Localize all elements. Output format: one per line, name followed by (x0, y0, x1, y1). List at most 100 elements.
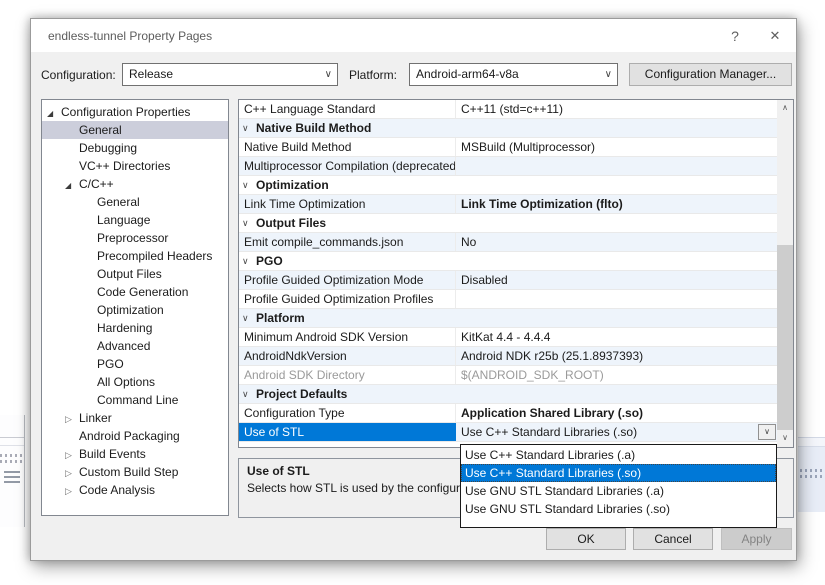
sidebar-item-optimization[interactable]: Optimization (42, 301, 228, 319)
sidebar-item-advanced[interactable]: Advanced (42, 337, 228, 355)
close-icon[interactable]: ✕ (764, 26, 786, 46)
property-row[interactable]: Use of STLUse C++ Standard Libraries (.s… (239, 423, 777, 442)
dropdown-option[interactable]: Use C++ Standard Libraries (.so) (461, 464, 776, 482)
sidebar-item-general[interactable]: General (42, 193, 228, 211)
sidebar-item-label: C/C++ (79, 177, 114, 191)
property-row[interactable]: Multiprocessor Compilation (deprecated) (239, 157, 777, 176)
property-value[interactable]: Link Time Optimization (flto) (456, 195, 777, 213)
property-row[interactable]: Profile Guided Optimization ModeDisabled (239, 271, 777, 290)
group-collapse-icon[interactable]: ∨ (242, 385, 249, 403)
property-value[interactable]: Application Shared Library (.so) (456, 404, 777, 422)
sidebar-item-label: PGO (97, 357, 124, 371)
sidebar-item-language[interactable]: Language (42, 211, 228, 229)
tree-collapsed-icon[interactable]: ▷ (65, 410, 79, 428)
sidebar-item-linker[interactable]: ▷Linker (42, 409, 228, 427)
property-grid-rows: C++ Language StandardC++11 (std=c++11)∨N… (239, 100, 777, 447)
tree-collapsed-icon[interactable]: ▷ (65, 446, 79, 464)
property-row[interactable]: C++ Language StandardC++11 (std=c++11) (239, 100, 777, 119)
sidebar-item-label: Custom Build Step (79, 465, 178, 479)
sidebar-item-general[interactable]: General (42, 121, 228, 139)
dropdown-option[interactable]: Use GNU STL Standard Libraries (.a) (461, 482, 776, 500)
configuration-select[interactable]: Release ∨ (122, 63, 338, 86)
group-row[interactable]: ∨Output Files (239, 214, 777, 233)
property-value[interactable]: C++11 (std=c++11) (456, 100, 777, 118)
sidebar-item-code-generation[interactable]: Code Generation (42, 283, 228, 301)
dropdown-option[interactable]: Use C++ Standard Libraries (.a) (461, 446, 776, 464)
group-row[interactable]: ∨Optimization (239, 176, 777, 195)
property-row[interactable]: Link Time OptimizationLink Time Optimiza… (239, 195, 777, 214)
title-bar[interactable]: endless-tunnel Property Pages ? ✕ (31, 19, 796, 52)
sidebar-item-android-packaging[interactable]: Android Packaging (42, 427, 228, 445)
sidebar-item-label: Command Line (97, 393, 178, 407)
sidebar-item-build-events[interactable]: ▷Build Events (42, 445, 228, 463)
property-value[interactable]: Disabled (456, 271, 777, 289)
sidebar-item-label: Hardening (97, 321, 152, 335)
scrollbar-thumb[interactable] (777, 245, 793, 430)
apply-button[interactable]: Apply (721, 528, 792, 550)
group-collapse-icon[interactable]: ∨ (242, 214, 249, 232)
group-collapse-icon[interactable]: ∨ (242, 119, 249, 137)
dropdown-option[interactable]: Use GNU STL Standard Libraries (.so) (461, 500, 776, 518)
tree-expanded-icon[interactable]: ◢ (47, 105, 61, 123)
fragment-toolbar-line (4, 471, 20, 473)
group-collapse-icon[interactable]: ∨ (242, 176, 249, 194)
property-value[interactable]: No (456, 233, 777, 251)
property-value[interactable]: $(ANDROID_SDK_ROOT) (456, 366, 777, 384)
sidebar-item-pgo[interactable]: PGO (42, 355, 228, 373)
sidebar-item-label: VC++ Directories (79, 159, 170, 173)
property-value[interactable] (456, 157, 777, 175)
stl-dropdown-list: Use C++ Standard Libraries (.a)Use C++ S… (460, 444, 777, 528)
group-collapse-icon[interactable]: ∨ (242, 309, 249, 327)
property-value[interactable] (456, 290, 777, 308)
tree-collapsed-icon[interactable]: ▷ (65, 464, 79, 482)
group-collapse-icon[interactable]: ∨ (242, 252, 249, 270)
fragment-divider (0, 437, 24, 438)
property-value[interactable]: Use C++ Standard Libraries (.so)∨ (456, 423, 777, 441)
property-name: Emit compile_commands.json (239, 233, 456, 251)
property-value[interactable]: Android NDK r25b (25.1.8937393) (456, 347, 777, 365)
group-label: ∨Platform (239, 309, 777, 327)
group-label: ∨Optimization (239, 176, 777, 194)
ok-button[interactable]: OK (546, 528, 626, 550)
property-value[interactable]: MSBuild (Multiprocessor) (456, 138, 777, 156)
property-row[interactable]: Configuration TypeApplication Shared Lib… (239, 404, 777, 423)
property-row[interactable]: Emit compile_commands.jsonNo (239, 233, 777, 252)
sidebar-item-configuration-properties[interactable]: ◢Configuration Properties (42, 103, 228, 121)
property-row[interactable]: Android SDK Directory$(ANDROID_SDK_ROOT) (239, 366, 777, 385)
sidebar-item-vc-directories[interactable]: VC++ Directories (42, 157, 228, 175)
sidebar-item-output-files[interactable]: Output Files (42, 265, 228, 283)
grid-scrollbar[interactable]: ∧ ∨ (777, 100, 793, 447)
tree-collapsed-icon[interactable]: ▷ (65, 482, 79, 500)
group-row[interactable]: ∨Platform (239, 309, 777, 328)
scroll-down-icon[interactable]: ∨ (777, 430, 793, 447)
property-name: Native Build Method (239, 138, 456, 156)
platform-select[interactable]: Android-arm64-v8a ∨ (409, 63, 618, 86)
group-row[interactable]: ∨Native Build Method (239, 119, 777, 138)
combo-dropdown-button[interactable]: ∨ (758, 424, 776, 440)
sidebar-item-hardening[interactable]: Hardening (42, 319, 228, 337)
configuration-tree: ◢Configuration PropertiesGeneralDebuggin… (41, 99, 229, 516)
property-row[interactable]: Profile Guided Optimization Profiles (239, 290, 777, 309)
configuration-label: Configuration: (41, 68, 116, 82)
property-row[interactable]: AndroidNdkVersionAndroid NDK r25b (25.1.… (239, 347, 777, 366)
sidebar-item-all-options[interactable]: All Options (42, 373, 228, 391)
sidebar-item-debugging[interactable]: Debugging (42, 139, 228, 157)
configuration-manager-button[interactable]: Configuration Manager... (629, 63, 792, 86)
sidebar-item-label: All Options (97, 375, 155, 389)
sidebar-item-preprocessor[interactable]: Preprocessor (42, 229, 228, 247)
sidebar-item-command-line[interactable]: Command Line (42, 391, 228, 409)
group-row[interactable]: ∨PGO (239, 252, 777, 271)
sidebar-item-precompiled-headers[interactable]: Precompiled Headers (42, 247, 228, 265)
group-row[interactable]: ∨Project Defaults (239, 385, 777, 404)
sidebar-item-c-c-[interactable]: ◢C/C++ (42, 175, 228, 193)
help-icon[interactable]: ? (724, 26, 746, 46)
scroll-up-icon[interactable]: ∧ (777, 100, 793, 117)
property-row[interactable]: Minimum Android SDK VersionKitKat 4.4 - … (239, 328, 777, 347)
cancel-button[interactable]: Cancel (633, 528, 713, 550)
property-value[interactable]: KitKat 4.4 - 4.4.4 (456, 328, 777, 346)
property-row[interactable]: Native Build MethodMSBuild (Multiprocess… (239, 138, 777, 157)
sidebar-item-custom-build-step[interactable]: ▷Custom Build Step (42, 463, 228, 481)
tree-expanded-icon[interactable]: ◢ (65, 177, 79, 195)
sidebar-item-code-analysis[interactable]: ▷Code Analysis (42, 481, 228, 499)
fragment-grip-dots (800, 475, 825, 478)
